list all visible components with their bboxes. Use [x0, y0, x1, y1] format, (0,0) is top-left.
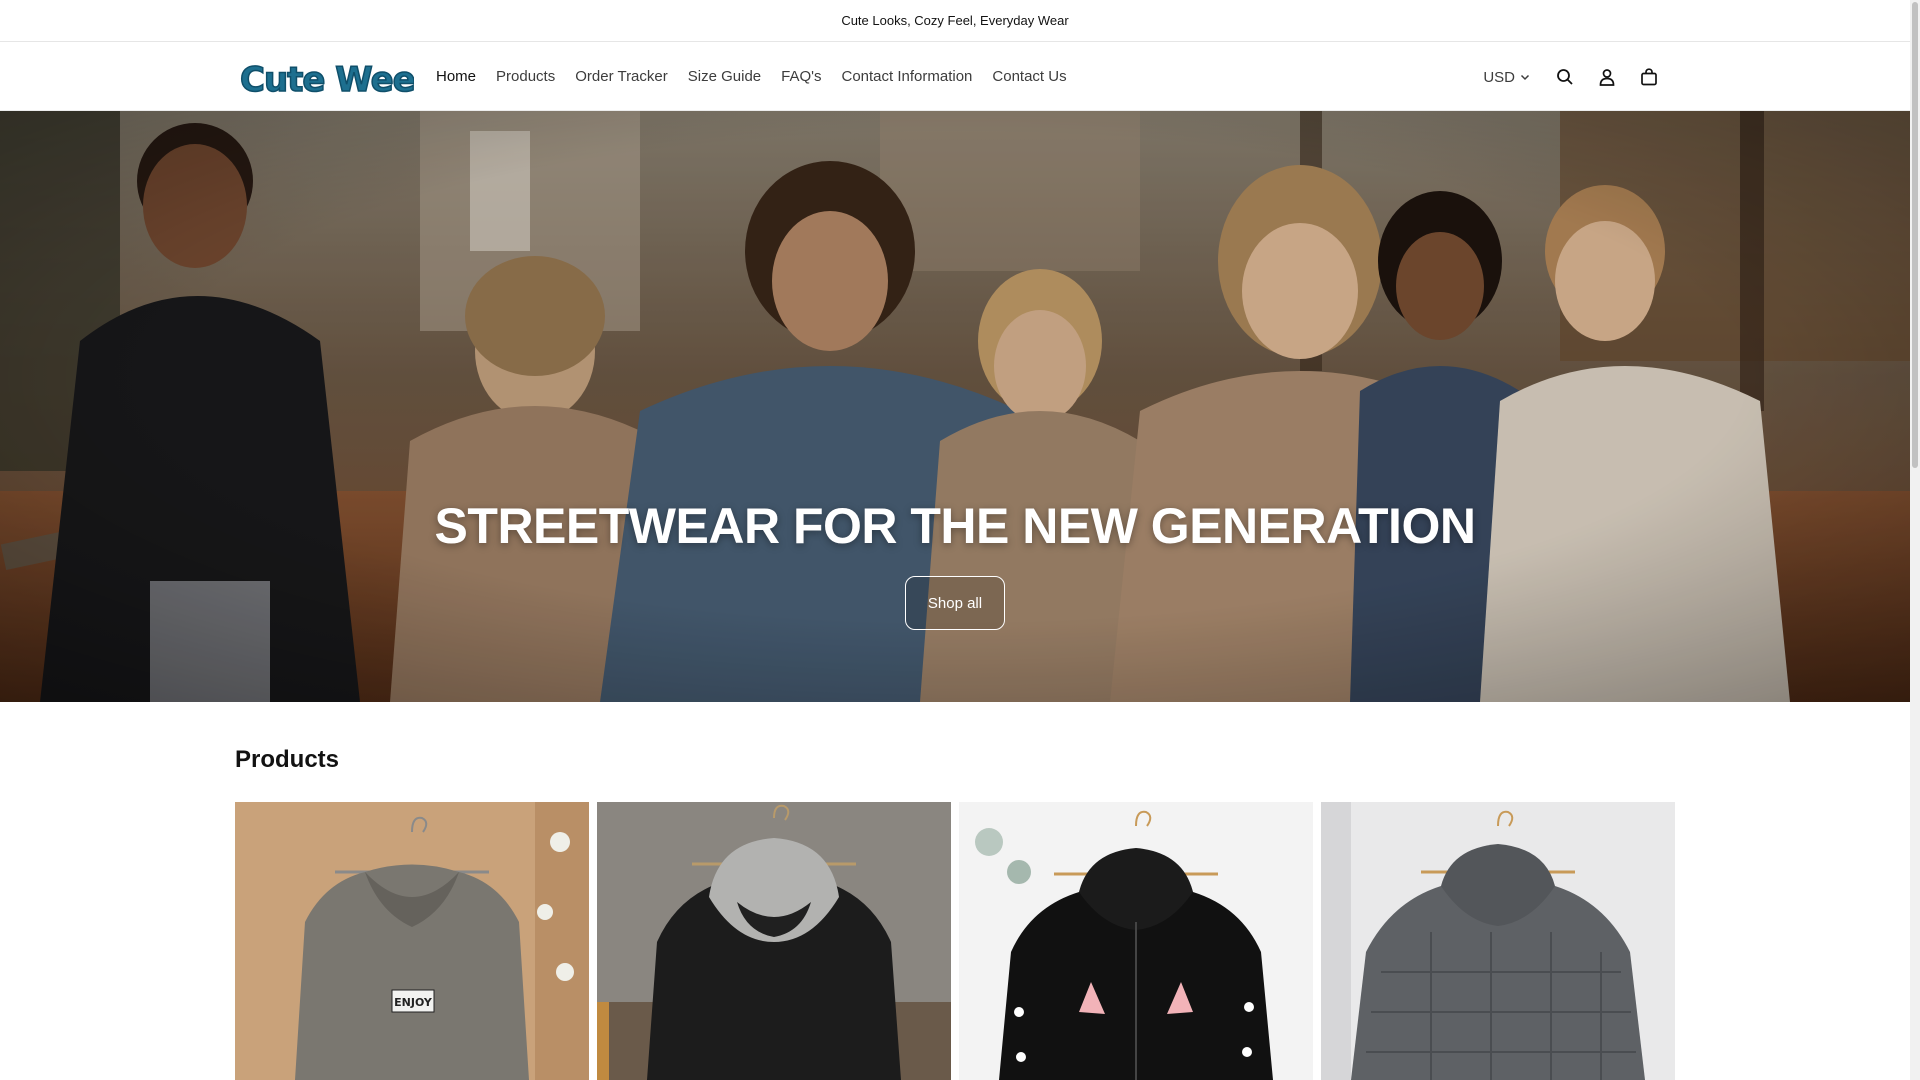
- product-image: [1321, 802, 1675, 1080]
- product-image: [597, 802, 951, 1080]
- scrollbar-thumb[interactable]: [1912, 2, 1918, 468]
- hero-banner: STREETWEAR FOR THE NEW GENERATION Shop a…: [0, 111, 1910, 702]
- hero-title: STREETWEAR FOR THE NEW GENERATION: [434, 498, 1476, 554]
- shop-all-button[interactable]: Shop all: [905, 576, 1005, 630]
- page: Cute Looks, Cozy Feel, Everyday Wear Cut…: [0, 0, 1920, 1080]
- products-section-title: Products: [235, 746, 340, 773]
- nav-size-guide[interactable]: Size Guide: [678, 43, 771, 111]
- announcement-bar: Cute Looks, Cozy Feel, Everyday Wear: [0, 0, 1910, 42]
- product-grid: ENJOY: [235, 802, 1676, 1080]
- logo-text: Cute Wee: [240, 60, 414, 99]
- announcement-text: Cute Looks, Cozy Feel, Everyday Wear: [841, 13, 1069, 28]
- site-header: Cute Wee Home Products Order Tracker Siz…: [0, 43, 1910, 111]
- account-button[interactable]: [1586, 56, 1628, 98]
- user-icon: [1599, 69, 1615, 86]
- bag-icon: [1641, 68, 1657, 86]
- currency-selector[interactable]: USD: [1483, 69, 1530, 86]
- nav-products[interactable]: Products: [486, 43, 565, 111]
- header-tools: USD: [1483, 43, 1670, 111]
- nav-contact-us[interactable]: Contact Us: [982, 43, 1076, 111]
- nav-order-tracker[interactable]: Order Tracker: [565, 43, 678, 111]
- product-card[interactable]: [1321, 802, 1675, 1080]
- search-icon: [1557, 69, 1573, 85]
- nav-faqs[interactable]: FAQ's: [771, 43, 831, 111]
- nav-contact-information[interactable]: Contact Information: [832, 43, 983, 111]
- nav-home[interactable]: Home: [436, 43, 486, 111]
- product-image: [959, 802, 1313, 1080]
- chevron-down-icon: [1520, 74, 1530, 81]
- scrollbar[interactable]: [1910, 0, 1920, 1080]
- main-nav: Home Products Order Tracker Size Guide F…: [436, 43, 1077, 111]
- search-button[interactable]: [1544, 56, 1586, 98]
- cart-button[interactable]: [1628, 56, 1670, 98]
- product-image: ENJOY: [235, 802, 589, 1080]
- currency-label: USD: [1483, 68, 1515, 86]
- product-card[interactable]: ENJOY: [235, 802, 589, 1080]
- patch-text: ENJOY: [394, 996, 433, 1009]
- product-card[interactable]: [597, 802, 951, 1080]
- product-card[interactable]: [959, 802, 1313, 1080]
- logo[interactable]: Cute Wee: [238, 55, 414, 99]
